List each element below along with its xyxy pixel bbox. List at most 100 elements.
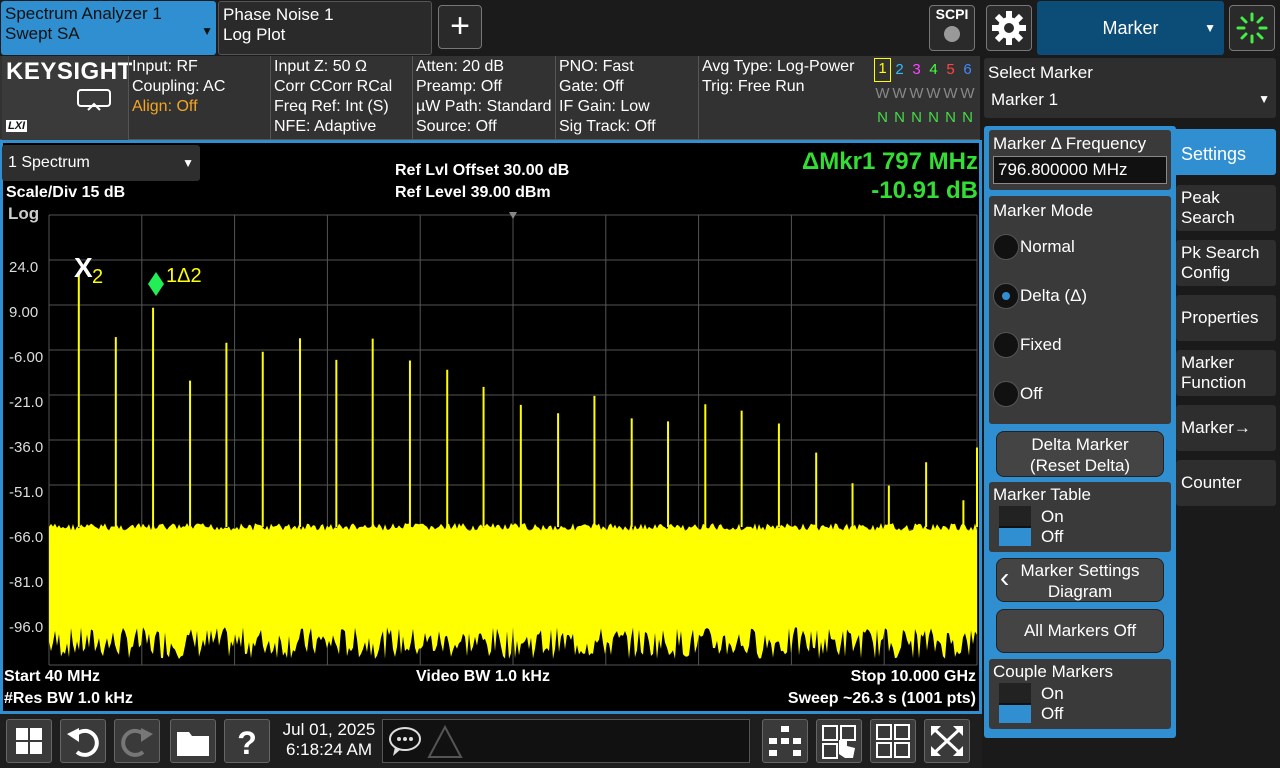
tab-line2: Config bbox=[1181, 263, 1231, 282]
marker2-symbol[interactable]: X bbox=[74, 252, 93, 284]
select-marker-dropdown[interactable]: Select Marker Marker 1 ▼ bbox=[984, 58, 1276, 118]
file-button[interactable] bbox=[170, 719, 216, 763]
info-input-z: Input Z: 50 Ω bbox=[274, 58, 367, 75]
touch-button[interactable] bbox=[816, 719, 862, 763]
touch-icon bbox=[822, 725, 856, 759]
res-bw-label: #Res BW 1.0 kHz bbox=[4, 690, 133, 707]
tab-marker-function[interactable]: Marker Function bbox=[1176, 350, 1276, 396]
info-sig-track: Sig Track: Off bbox=[559, 118, 656, 135]
message-area[interactable] bbox=[382, 719, 750, 763]
trace-types-1: W bbox=[875, 85, 890, 102]
couple-markers-toggle[interactable]: Couple Markers On Off bbox=[989, 659, 1171, 729]
tab-spectrum-analyzer[interactable]: Spectrum Analyzer 1 Swept SA ▼ bbox=[1, 1, 216, 55]
layout-button[interactable] bbox=[762, 719, 808, 763]
trace-detectors-3: N bbox=[911, 109, 922, 126]
warning-icon bbox=[427, 724, 463, 758]
return-icon[interactable] bbox=[76, 88, 112, 114]
marker-frequency-label: Marker Δ Frequency bbox=[993, 134, 1147, 153]
folder-icon bbox=[177, 732, 209, 756]
trace-selector-dropdown[interactable]: 1 Spectrum ▼ bbox=[2, 145, 200, 181]
trace-numbers-3: 3 bbox=[912, 61, 921, 78]
info-preamp: Preamp: Off bbox=[416, 78, 502, 95]
dropdown-arrow-icon[interactable]: ▼ bbox=[201, 21, 213, 41]
tab-counter[interactable]: Counter bbox=[1176, 460, 1276, 506]
spectrum-plot[interactable] bbox=[3, 143, 979, 711]
trace-types-5: W bbox=[943, 85, 958, 102]
scale-div-label: Scale/Div 15 dB bbox=[6, 184, 126, 201]
y-tick-label: -36.0 bbox=[9, 439, 44, 456]
trace-detectors-6: N bbox=[962, 109, 973, 126]
scpi-button[interactable]: SCPI bbox=[929, 5, 975, 51]
mode-normal-label: Normal bbox=[1020, 237, 1075, 256]
info-uw-path: µW Path: Standard bbox=[416, 98, 552, 115]
info-input-column[interactable]: Input: RF Coupling: AC Align: Off bbox=[128, 56, 270, 140]
delta-marker-reset-button[interactable]: Delta Marker (Reset Delta) bbox=[996, 431, 1164, 477]
mode-delta-label: Delta (Δ) bbox=[1020, 286, 1088, 305]
info-impedance-column[interactable]: Input Z: 50 Ω Corr CCorr RCal Freq Ref: … bbox=[270, 56, 412, 140]
windows-icon bbox=[16, 728, 42, 754]
toggle-on-label: On bbox=[1041, 684, 1064, 703]
windows-button[interactable] bbox=[6, 719, 52, 763]
marker-mode-label: Marker Mode bbox=[993, 201, 1094, 220]
tab-subtitle: Swept SA bbox=[5, 24, 80, 43]
tab-peak-search[interactable]: Peak Search bbox=[1176, 185, 1276, 231]
add-tab-button[interactable]: + bbox=[438, 5, 482, 49]
info-pno: PNO: Fast bbox=[559, 58, 634, 75]
info-align: Align: Off bbox=[132, 98, 198, 115]
info-input: Input: RF bbox=[132, 58, 198, 75]
help-icon: ? bbox=[237, 725, 257, 761]
marker-table-toggle[interactable]: Marker Table On Off bbox=[989, 482, 1171, 552]
mode-fixed-label: Fixed bbox=[1020, 335, 1062, 354]
settings-button[interactable] bbox=[986, 5, 1032, 51]
y-tick-label: -66.0 bbox=[9, 529, 44, 546]
time-label: 6:18:24 AM bbox=[285, 740, 372, 759]
marker-frequency-input[interactable]: 796.800000 MHz bbox=[993, 156, 1167, 184]
all-markers-off-button[interactable]: All Markers Off bbox=[996, 609, 1164, 653]
info-pno-column[interactable]: PNO: Fast Gate: Off IF Gain: Low Sig Tra… bbox=[555, 56, 698, 140]
info-source: Source: Off bbox=[416, 118, 497, 135]
scale-type-label: Log bbox=[8, 204, 40, 223]
redo-icon bbox=[121, 728, 153, 757]
trace-numbers-6: 6 bbox=[963, 61, 972, 78]
tab-line1: Marker bbox=[1181, 353, 1234, 372]
quad-window-button[interactable] bbox=[870, 719, 916, 763]
expand-button[interactable] bbox=[924, 719, 970, 763]
marker2-label: 2 bbox=[92, 266, 104, 288]
start-freq-label: Start 40 MHz bbox=[4, 668, 101, 685]
trace-detectors-4: N bbox=[928, 109, 939, 126]
help-button[interactable]: ? bbox=[224, 719, 270, 763]
trace-status-grid[interactable]: 123456 WWWWWW NNNNNN bbox=[874, 58, 978, 134]
trace-numbers-2: 2 bbox=[895, 61, 904, 78]
chat-icon[interactable] bbox=[387, 724, 423, 760]
undo-button[interactable] bbox=[60, 719, 106, 763]
scpi-label: SCPI bbox=[935, 6, 969, 22]
busy-indicator bbox=[1229, 5, 1275, 51]
brand-name: KEYSIGHT bbox=[6, 58, 133, 85]
tab-properties[interactable]: Properties bbox=[1176, 295, 1276, 341]
info-attenuation-column[interactable]: Atten: 20 dB Preamp: Off µW Path: Standa… bbox=[412, 56, 555, 140]
chevron-left-icon: ‹ bbox=[1000, 562, 1010, 593]
tab-pk-search-config[interactable]: Pk Search Config bbox=[1176, 240, 1276, 286]
info-avg-column[interactable]: Avg Type: Log-Power Trig: Free Run bbox=[698, 56, 874, 140]
redo-button[interactable] bbox=[114, 719, 160, 763]
gear-icon bbox=[992, 11, 1026, 45]
marker-table-switch[interactable] bbox=[999, 506, 1031, 546]
info-corrections: Corr CCorr RCal bbox=[274, 78, 393, 95]
mode-normal-radio[interactable] bbox=[993, 234, 1019, 260]
mode-delta-radio[interactable] bbox=[993, 283, 1019, 309]
tab-marker-to[interactable]: Marker→ bbox=[1176, 405, 1276, 451]
marker-readout-level: -10.91 dB bbox=[871, 177, 978, 204]
mode-fixed-radio[interactable] bbox=[993, 332, 1019, 358]
couple-markers-switch[interactable] bbox=[999, 683, 1031, 723]
trace-detectors-5: N bbox=[945, 109, 956, 126]
marker-mode-group: Marker Mode Normal Delta (Δ) Fixed Off bbox=[989, 196, 1171, 424]
keysight-logo: KEYSIGHT LXI bbox=[2, 56, 132, 140]
tab-settings[interactable]: Settings bbox=[1176, 129, 1276, 175]
tab-line2: Search bbox=[1181, 208, 1235, 227]
ref-offset-label: Ref Lvl Offset 30.00 dB bbox=[395, 162, 570, 179]
marker-settings-diagram-button[interactable]: ‹ Marker Settings Diagram bbox=[996, 558, 1164, 602]
trace-types-2: W bbox=[892, 85, 907, 102]
menu-title-marker[interactable]: Marker ▼ bbox=[1037, 1, 1224, 55]
tab-phase-noise[interactable]: Phase Noise 1 Log Plot bbox=[218, 1, 432, 55]
mode-off-radio[interactable] bbox=[993, 381, 1019, 407]
